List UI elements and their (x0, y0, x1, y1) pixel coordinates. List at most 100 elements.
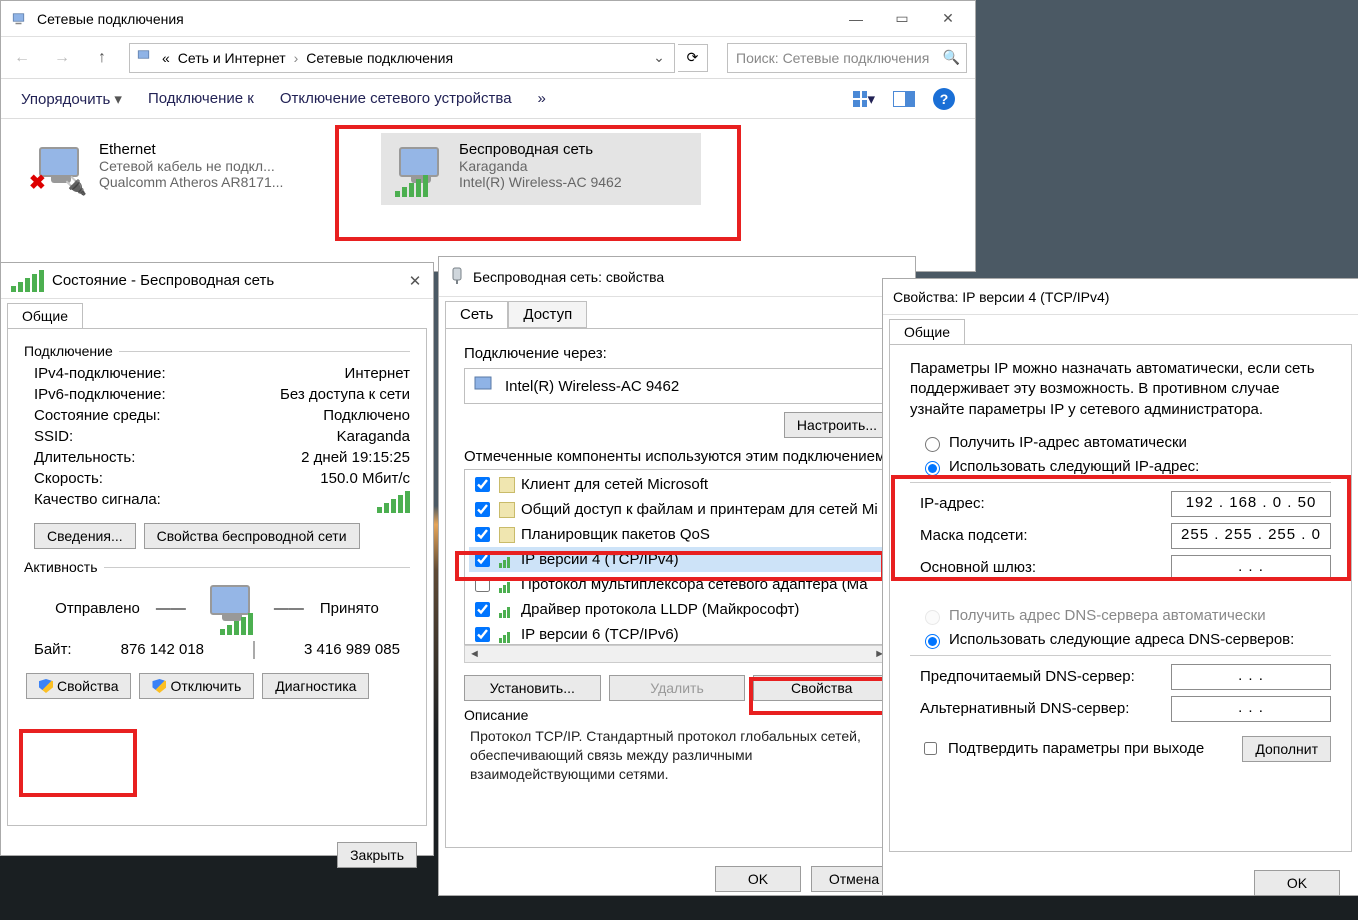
manual-dns-radio[interactable] (925, 634, 940, 649)
component-item[interactable]: IP версии 6 (TCP/IPv6) (469, 622, 885, 645)
component-checkbox[interactable] (475, 602, 490, 617)
auto-ip-label: Получить IP-адрес автоматически (949, 434, 1187, 451)
help-icon[interactable]: ? (933, 88, 955, 110)
bytes-sent: 876 142 018 (121, 641, 204, 659)
group-activity-label: Активность (24, 559, 98, 575)
install-button[interactable]: Установить... (464, 675, 601, 701)
chevron-right-icon: › (294, 50, 299, 66)
close-dialog-button[interactable]: Закрыть (337, 842, 417, 868)
toolbar-more[interactable]: » (538, 90, 546, 107)
tab-general[interactable]: Общие (7, 303, 83, 328)
close-button[interactable]: ✕ (925, 2, 971, 36)
preferred-dns-input[interactable]: . . . (1171, 664, 1331, 690)
toolbar: Упорядочить Подключение к Отключение сет… (1, 79, 975, 119)
address-bar[interactable]: « Сеть и Интернет › Сетевые подключения … (129, 43, 675, 73)
maximize-button[interactable]: ▭ (879, 2, 925, 36)
search-icon: 🔍 (943, 49, 960, 66)
bytes-label: Байт: (34, 641, 72, 659)
components-listbox[interactable]: Клиент для сетей Microsoft Общий доступ к… (464, 469, 890, 645)
back-icon[interactable]: ← (9, 45, 35, 71)
close-button[interactable]: ✕ (401, 267, 429, 295)
crumb-connections[interactable]: Сетевые подключения (306, 50, 453, 66)
alternate-dns-label: Альтернативный DNS-сервер: (920, 700, 1129, 717)
nav-bar: ← → ↑ « Сеть и Интернет › Сетевые подклю… (1, 37, 975, 79)
component-item[interactable]: Общий доступ к файлам и принтерам для се… (469, 497, 885, 522)
advanced-button[interactable]: Дополнит (1242, 736, 1331, 762)
connections-list: ✖ 🔌 Ethernet Сетевой кабель не подкл... … (1, 119, 975, 219)
component-checkbox[interactable] (475, 627, 490, 642)
titlebar: Состояние - Беспроводная сеть ✕ (1, 263, 433, 299)
wifi-status-dialog: Состояние - Беспроводная сеть ✕ Общие По… (0, 262, 434, 856)
component-label: Общий доступ к файлам и принтерам для се… (521, 501, 878, 518)
ethernet-connection-item[interactable]: ✖ 🔌 Ethernet Сетевой кабель не подкл... … (21, 133, 341, 205)
auto-ip-radio[interactable] (925, 437, 940, 452)
component-item[interactable]: Планировщик пакетов QoS (469, 522, 885, 547)
ok-button[interactable]: OK (715, 866, 801, 892)
window-title: Сетевые подключения (37, 11, 184, 27)
preview-pane-icon[interactable] (893, 88, 915, 110)
components-label: Отмеченные компоненты используются этим … (464, 448, 890, 465)
details-button[interactable]: Сведения... (34, 523, 136, 549)
wifi-signal-icon (11, 270, 44, 292)
service-icon (499, 502, 515, 518)
toolbar-connect[interactable]: Подключение к (148, 90, 254, 107)
subnet-mask-input[interactable]: 255 . 255 . 255 . 0 (1171, 523, 1331, 549)
scroll-left-icon[interactable]: ◄ (469, 648, 480, 660)
manual-dns-label: Использовать следующие адреса DNS-сервер… (949, 631, 1294, 648)
component-checkbox[interactable] (475, 477, 490, 492)
wifi-connection-item[interactable]: Беспроводная сеть Karaganda Intel(R) Wir… (381, 133, 701, 205)
tab-network[interactable]: Сеть (445, 301, 508, 328)
tab-access[interactable]: Доступ (508, 301, 587, 328)
remove-button[interactable]: Удалить (609, 675, 746, 701)
validate-checkbox[interactable] (924, 742, 937, 755)
speed-label: Скорость: (34, 470, 103, 487)
ipv4-value: Интернет (345, 365, 410, 382)
ip-address-label: IP-адрес: (920, 495, 985, 512)
gateway-label: Основной шлюз: (920, 559, 1036, 576)
connect-via-label: Подключение через: (464, 345, 890, 362)
forward-icon[interactable]: → (49, 45, 75, 71)
component-checkbox[interactable] (475, 527, 490, 542)
tab-general[interactable]: Общие (889, 319, 965, 344)
chevron-down-icon[interactable]: ⌄ (650, 49, 668, 66)
disable-button[interactable]: Отключить (139, 673, 254, 699)
view-mode-icon[interactable]: ▾ (853, 88, 875, 110)
minimize-button[interactable]: — (833, 2, 879, 36)
crumb-network[interactable]: Сеть и Интернет (178, 50, 286, 66)
search-input[interactable]: Поиск: Сетевые подключения 🔍 (727, 43, 967, 73)
properties-button[interactable]: Свойства (26, 673, 131, 699)
component-item[interactable]: IP версии 4 (TCP/IPv4) (469, 547, 885, 572)
up-icon[interactable]: ↑ (89, 45, 115, 71)
refresh-icon[interactable]: ⟳ (678, 44, 708, 72)
wireless-properties-button[interactable]: Свойства беспроводной сети (144, 523, 360, 549)
gateway-input[interactable]: . . . (1171, 555, 1331, 581)
signal-label: Качество сигнала: (34, 491, 161, 513)
diagnose-button[interactable]: Диагностика (262, 673, 369, 699)
configure-button[interactable]: Настроить... (784, 412, 890, 438)
speed-value: 150.0 Мбит/с (320, 470, 410, 487)
ip-address-input[interactable]: 192 . 168 . 0 . 50 (1171, 491, 1331, 517)
ethernet-icon: ✖ 🔌 (29, 141, 89, 197)
validate-label: Подтвердить параметры при выходе (948, 740, 1204, 757)
toolbar-arrange[interactable]: Упорядочить (21, 90, 122, 108)
dialog-title: Состояние - Беспроводная сеть (52, 272, 274, 289)
component-item[interactable]: Клиент для сетей Microsoft (469, 472, 885, 497)
service-icon (499, 477, 515, 493)
ok-button[interactable]: OK (1254, 870, 1340, 896)
component-checkbox[interactable] (475, 552, 490, 567)
properties-button-label: Свойства (57, 678, 118, 694)
search-placeholder: Поиск: Сетевые подключения (736, 50, 929, 66)
sent-label: Отправлено (55, 600, 140, 617)
toolbar-disable[interactable]: Отключение сетевого устройства (280, 90, 512, 107)
component-item[interactable]: Драйвер протокола LLDP (Майкрософт) (469, 597, 885, 622)
horizontal-scrollbar[interactable]: ◄► (464, 645, 890, 663)
component-item[interactable]: Протокол мультиплексора сетевого адаптер… (469, 572, 885, 597)
component-checkbox[interactable] (475, 502, 490, 517)
protocol-icon (499, 602, 515, 618)
manual-ip-radio[interactable] (925, 461, 940, 476)
disable-button-label: Отключить (170, 678, 241, 694)
component-properties-button[interactable]: Свойства (753, 675, 890, 701)
alternate-dns-input[interactable]: . . . (1171, 696, 1331, 722)
network-folder-icon (11, 10, 29, 28)
component-checkbox[interactable] (475, 577, 490, 592)
